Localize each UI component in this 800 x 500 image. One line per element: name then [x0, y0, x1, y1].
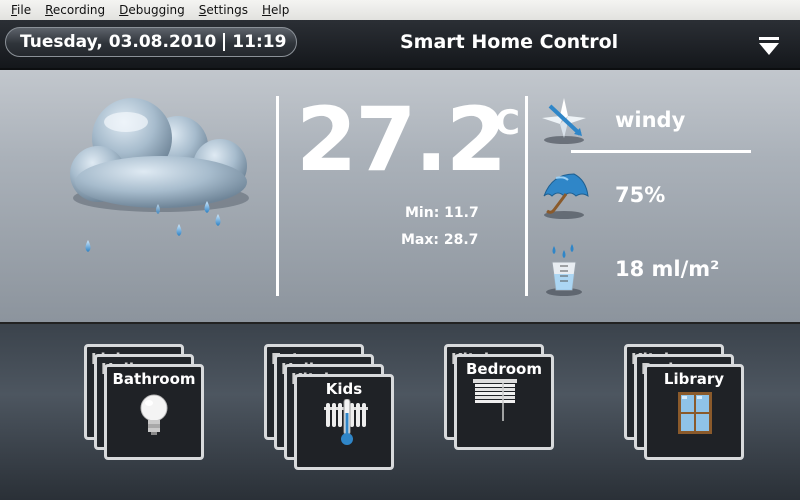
temperature-max: Max: 28.7: [401, 232, 479, 248]
room-card-kids[interactable]: Kids: [294, 374, 394, 470]
date-text: Tuesday, 03.08.2010: [20, 32, 217, 52]
date-time-pill: Tuesday, 03.08.2010 11:19: [5, 27, 297, 57]
wind-compass-icon: [542, 98, 586, 144]
room-card-bedroom[interactable]: Bedroom: [454, 354, 554, 450]
light-bulb-icon: [140, 394, 168, 435]
temperature-min: Min: 11.7: [405, 205, 479, 221]
weather-divider-right: [525, 96, 528, 296]
menu-debugging[interactable]: Debugging: [113, 3, 191, 17]
umbrella-icon: [543, 173, 589, 219]
menu-recording[interactable]: Recording: [39, 3, 111, 17]
radiator-thermometer-icon: [324, 399, 368, 445]
menu-help[interactable]: Help: [256, 3, 295, 17]
menu-file[interactable]: File: [0, 3, 37, 17]
temperature-unit: °C: [478, 103, 520, 143]
rainfall-value: 18 ml/m²: [615, 257, 720, 281]
window-icon: [678, 392, 712, 434]
rain-cloud-icon: [70, 98, 249, 252]
room-label: Bathroom: [112, 370, 196, 388]
temperature-value: 27.2: [296, 88, 507, 191]
menu-bar: File Recording Debugging Settings Help: [0, 0, 800, 21]
time-text: 11:19: [232, 32, 287, 52]
app-title: Smart Home Control: [400, 31, 619, 53]
wind-value: windy: [615, 108, 686, 132]
room-label: Bedroom: [466, 360, 542, 378]
room-card-bathroom[interactable]: Bathroom: [104, 364, 204, 460]
date-time-separator: [223, 33, 226, 51]
room-card-library[interactable]: Library: [644, 364, 744, 460]
dropdown-menu-icon[interactable]: [758, 36, 780, 56]
rain-gauge-icon: [546, 244, 582, 296]
humidity-value: 75%: [615, 183, 666, 207]
title-bar: Tuesday, 03.08.2010 11:19 Smart Home Con…: [0, 20, 800, 70]
menu-settings[interactable]: Settings: [193, 3, 254, 17]
weather-divider-left: [276, 96, 279, 296]
window-blinds-icon: [473, 379, 517, 421]
wind-underline: [571, 150, 751, 153]
room-label: Kids: [325, 380, 363, 398]
room-label: Library: [663, 370, 725, 388]
